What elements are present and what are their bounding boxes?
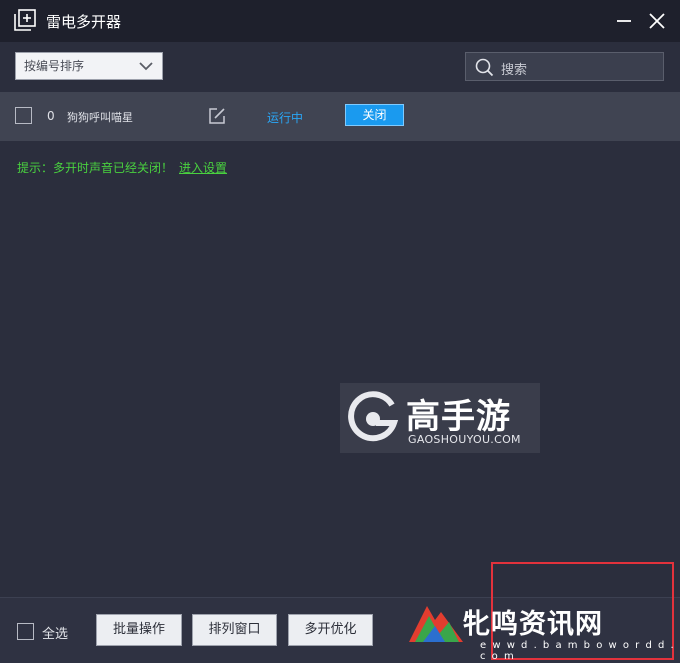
sort-select-value: 按编号排序 bbox=[24, 59, 85, 73]
overlay-watermark-url: e w w d . b a m b o w o r d d . c o m bbox=[480, 640, 676, 662]
site-logo-icon bbox=[409, 606, 463, 642]
chevron-down-icon bbox=[139, 62, 153, 71]
watermark-brand-en: GAOSHOUYOU.COM bbox=[408, 433, 521, 446]
select-all-label: 全选 bbox=[42, 627, 69, 642]
instance-name: 狗狗呼叫喵星 bbox=[67, 111, 133, 124]
sort-select[interactable]: 按编号排序 bbox=[15, 52, 163, 80]
overlay-watermark-text: 牝鸣资讯网 bbox=[463, 609, 603, 640]
watermark-logo: 高手游 GAOSHOUYOU.COM bbox=[340, 383, 540, 453]
batch-operation-button[interactable]: 批量操作 bbox=[96, 614, 182, 646]
watermark-brand-cn: 高手游 bbox=[406, 397, 511, 437]
select-all-checkbox[interactable] bbox=[17, 623, 34, 640]
sound-hint-text: 提示：多开时声音已经关闭！ bbox=[17, 161, 174, 175]
instance-status: 运行中 bbox=[267, 111, 304, 125]
close-icon[interactable] bbox=[648, 12, 666, 30]
title-bar: 雷电多开器 bbox=[0, 0, 680, 42]
add-window-icon bbox=[14, 9, 36, 31]
toolbar: 按编号排序 搜索 bbox=[0, 42, 680, 92]
window-title: 雷电多开器 bbox=[46, 13, 122, 31]
instance-index: 0 bbox=[47, 109, 55, 123]
edit-icon[interactable] bbox=[208, 107, 226, 125]
arrange-windows-button[interactable]: 排列窗口 bbox=[192, 614, 277, 646]
settings-link[interactable]: 进入设置 bbox=[179, 159, 227, 176]
search-icon bbox=[475, 58, 494, 77]
search-placeholder: 搜索 bbox=[501, 63, 528, 78]
brand-logo-icon bbox=[348, 391, 399, 442]
close-instance-button[interactable]: 关闭 bbox=[345, 104, 404, 126]
row-checkbox[interactable] bbox=[15, 107, 32, 124]
minimize-icon[interactable] bbox=[615, 12, 633, 30]
search-input[interactable]: 搜索 bbox=[465, 52, 664, 81]
instance-row: 0 狗狗呼叫喵星 运行中 关闭 bbox=[0, 92, 680, 141]
multi-optimize-button[interactable]: 多开优化 bbox=[288, 614, 373, 646]
